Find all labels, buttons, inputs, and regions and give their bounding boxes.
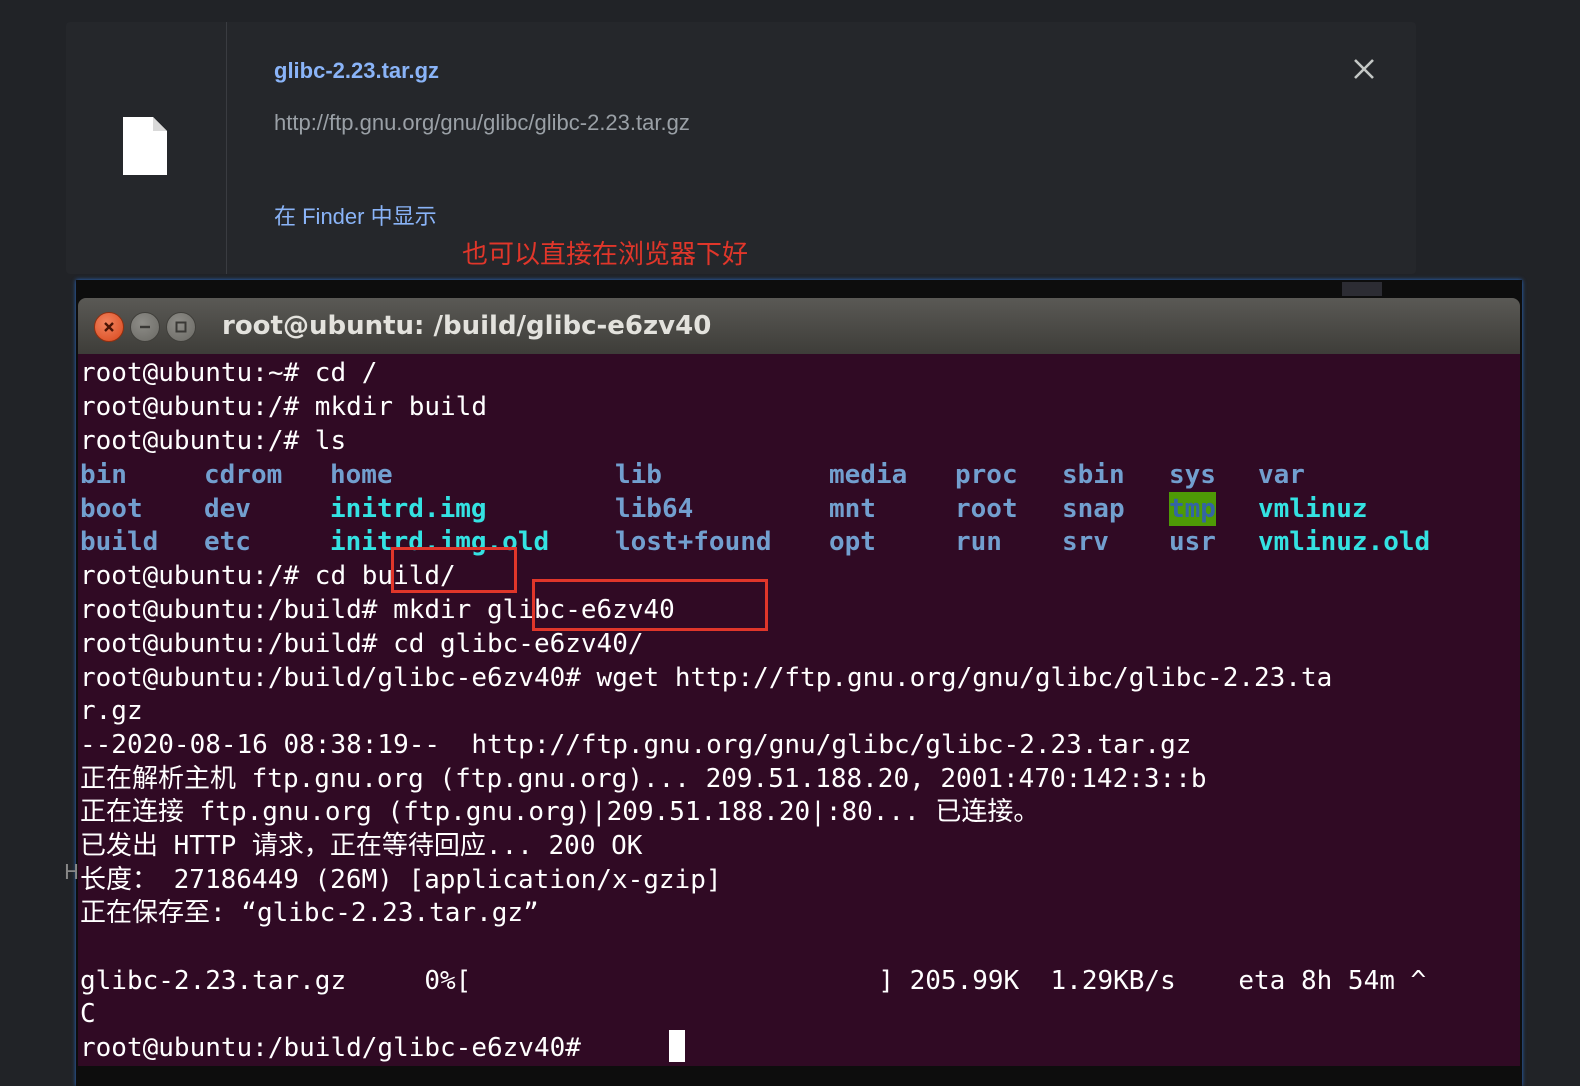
ls-entry: var bbox=[1258, 460, 1305, 490]
ls-entry: root bbox=[955, 494, 1018, 524]
terminal-line: 正在保存至: “glibc-2.23.tar.gz” bbox=[80, 898, 539, 928]
minimize-icon bbox=[140, 325, 150, 329]
highlight-box-glibc-dir bbox=[532, 579, 768, 631]
ls-entry: usr bbox=[1169, 527, 1216, 557]
terminal-line: 已发出 HTTP 请求，正在等待回应... 200 OK bbox=[80, 831, 643, 861]
terminal-line: glibc-2.23.tar.gz 0%[ ] 205.99K 1.29KB/s… bbox=[80, 966, 1427, 996]
thumbnail-preview bbox=[1342, 282, 1382, 296]
edge-glyph: H bbox=[64, 860, 80, 884]
terminal-title: root@ubuntu: /build/glibc-e6zv40 bbox=[222, 311, 712, 341]
download-filename[interactable]: glibc-2.23.tar.gz bbox=[274, 58, 439, 84]
window-close-button[interactable] bbox=[94, 312, 124, 342]
download-url: http://ftp.gnu.org/gnu/glibc/glibc-2.23.… bbox=[274, 110, 690, 135]
ls-entry: vmlinuz bbox=[1258, 494, 1368, 524]
show-in-finder-link[interactable]: 在 Finder 中显示 bbox=[274, 199, 437, 231]
terminal-line: C bbox=[80, 999, 96, 1029]
ls-entry: srv bbox=[1062, 527, 1109, 557]
terminal-titlebar[interactable]: root@ubuntu: /build/glibc-e6zv40 bbox=[78, 298, 1520, 354]
terminal-line: root@ubuntu:/# ls bbox=[80, 426, 347, 456]
ls-entry: vmlinuz.old bbox=[1258, 527, 1431, 557]
terminal-line: 长度： 27186449 (26M) [application/x-gzip] bbox=[80, 865, 722, 895]
terminal-line: root@ubuntu:~# cd / bbox=[80, 358, 378, 388]
terminal-cursor bbox=[669, 1030, 685, 1062]
ls-entry: sys bbox=[1169, 460, 1216, 490]
ls-entry: etc bbox=[204, 527, 251, 557]
card-divider bbox=[226, 22, 227, 274]
highlight-box-build bbox=[391, 547, 517, 593]
close-icon[interactable] bbox=[1350, 55, 1378, 83]
window-minimize-button[interactable] bbox=[130, 312, 160, 342]
ls-entry: home bbox=[330, 460, 393, 490]
maximize-icon bbox=[175, 321, 187, 333]
ls-entry: run bbox=[955, 527, 1002, 557]
terminal-line: 正在解析主机 ftp.gnu.org (ftp.gnu.org)... 209.… bbox=[80, 764, 1207, 794]
close-x-icon bbox=[104, 322, 114, 332]
terminal-line: 正在连接 ftp.gnu.org (ftp.gnu.org)|209.51.18… bbox=[80, 797, 1040, 827]
ls-entry: lib64 bbox=[615, 494, 694, 524]
ls-entry: mnt bbox=[829, 494, 876, 524]
terminal-line: root@ubuntu:/build# cd glibc-e6zv40/ bbox=[80, 629, 644, 659]
terminal-body[interactable]: root@ubuntu:~# cd / root@ubuntu:/# mkdir… bbox=[78, 354, 1520, 1066]
ls-entry: lib bbox=[615, 460, 662, 490]
terminal-prompt-line: root@ubuntu:/build/glibc-e6zv40# bbox=[80, 1033, 597, 1063]
ls-entry: initrd.img bbox=[330, 494, 487, 524]
ls-entry: build bbox=[80, 527, 159, 557]
ls-entry: proc bbox=[955, 460, 1018, 490]
ls-entry: boot bbox=[80, 494, 143, 524]
annotation-text: 也可以直接在浏览器下好 bbox=[462, 239, 749, 269]
terminal-line: --2020-08-16 08:38:19-- http://ftp.gnu.o… bbox=[80, 730, 1192, 760]
ls-entry: opt bbox=[829, 527, 876, 557]
ls-entry: dev bbox=[204, 494, 251, 524]
ls-entry: lost+found bbox=[615, 527, 772, 557]
ls-entry: bin bbox=[80, 460, 127, 490]
window-maximize-button[interactable] bbox=[166, 312, 196, 342]
ls-entry: snap bbox=[1062, 494, 1125, 524]
terminal-line: root@ubuntu:/# mkdir build bbox=[80, 392, 487, 422]
ls-entry: sbin bbox=[1062, 460, 1125, 490]
ls-entry: tmp bbox=[1169, 492, 1216, 526]
ls-entry: media bbox=[829, 460, 908, 490]
ls-entry: cdrom bbox=[204, 460, 283, 490]
terminal-line: root@ubuntu:/build/glibc-e6zv40# wget ht… bbox=[80, 663, 1333, 693]
file-icon bbox=[123, 117, 167, 175]
terminal-line: r.gz bbox=[80, 696, 143, 726]
